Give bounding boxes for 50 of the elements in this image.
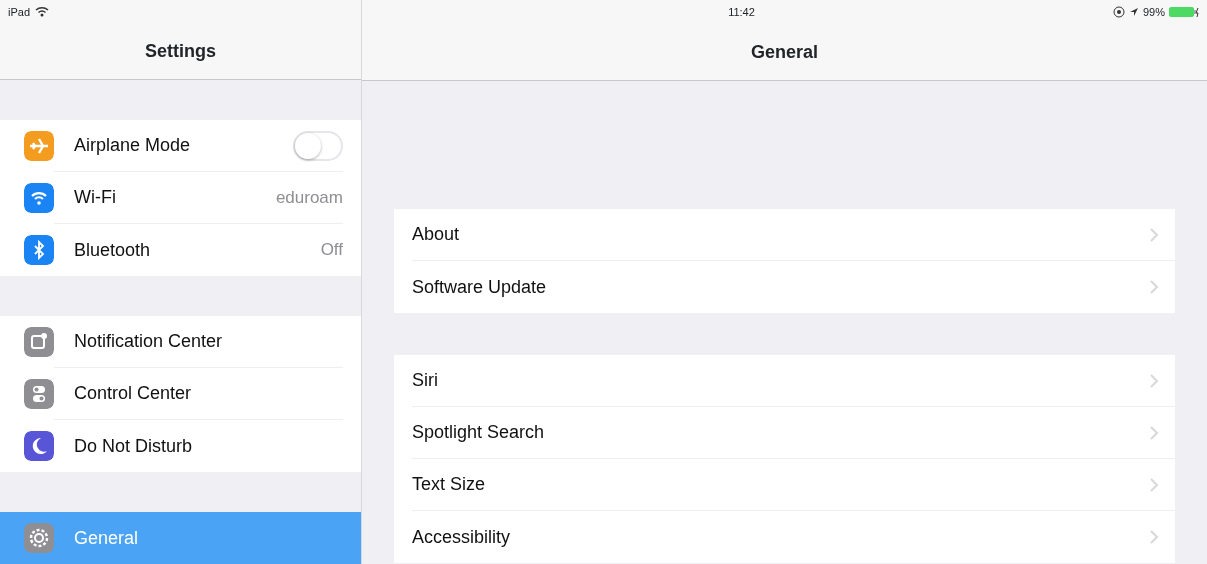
toggles-icon bbox=[24, 379, 54, 409]
item-label: Wi-Fi bbox=[74, 186, 116, 209]
sidebar-item[interactable]: Control Center bbox=[0, 368, 361, 420]
item-value: eduroam bbox=[275, 186, 343, 209]
sidebar-item[interactable]: Notification Center bbox=[0, 316, 361, 368]
row-label: Software Update bbox=[412, 275, 547, 299]
device-name: iPad bbox=[8, 4, 31, 20]
row-label: Spotlight Search bbox=[412, 421, 545, 444]
settings-row[interactable]: About bbox=[394, 209, 1175, 261]
clock: 11:42 bbox=[728, 4, 755, 20]
item-label: Airplane Mode bbox=[74, 134, 191, 157]
item-label: Do Not Disturb bbox=[74, 434, 193, 458]
row-label: Text Size bbox=[412, 473, 486, 496]
battery-charging-icon bbox=[1169, 7, 1199, 17]
row-label: About bbox=[412, 223, 460, 246]
bluetooth-icon bbox=[24, 235, 54, 265]
gear-icon bbox=[24, 523, 54, 553]
sidebar-title: Settings bbox=[0, 23, 361, 80]
sidebar-item[interactable]: Do Not Disturb bbox=[0, 420, 361, 472]
item-label: Control Center bbox=[74, 382, 192, 405]
wifi-signal-icon bbox=[35, 6, 50, 18]
row-label: Accessibility bbox=[412, 525, 511, 549]
settings-row[interactable]: Software Update bbox=[394, 261, 1175, 313]
chevron-icon bbox=[1149, 280, 1159, 294]
chevron-icon bbox=[1149, 227, 1159, 242]
sidebar-item[interactable]: Wi-Fi eduroam bbox=[0, 172, 361, 224]
chevron-icon bbox=[1149, 477, 1159, 492]
location-arrow-icon bbox=[1128, 7, 1139, 17]
moon-icon bbox=[24, 431, 54, 461]
notification-icon bbox=[24, 327, 54, 357]
chevron-icon bbox=[1149, 425, 1159, 440]
toggle-switch[interactable] bbox=[293, 130, 343, 161]
item-label: General bbox=[74, 526, 139, 550]
row-label: Siri bbox=[412, 369, 438, 392]
detail-title: General bbox=[362, 24, 1207, 81]
settings-row[interactable]: Spotlight Search bbox=[394, 407, 1175, 459]
sidebar-item[interactable]: Bluetooth Off bbox=[0, 224, 361, 276]
wifi-icon bbox=[24, 183, 54, 213]
settings-row[interactable]: Text Size bbox=[394, 459, 1175, 511]
rotation-lock-icon bbox=[1112, 6, 1125, 18]
settings-row[interactable]: Siri bbox=[394, 355, 1175, 407]
sidebar-item[interactable]: Airplane Mode bbox=[0, 120, 361, 172]
airplane-icon bbox=[24, 131, 54, 161]
item-label: Bluetooth bbox=[74, 238, 151, 262]
item-label: Notification Center bbox=[74, 330, 223, 353]
chevron-icon bbox=[1149, 530, 1159, 544]
battery-percent: 99% bbox=[1142, 4, 1165, 20]
settings-row[interactable]: Accessibility bbox=[394, 511, 1175, 563]
item-value: Off bbox=[320, 239, 343, 262]
chevron-icon bbox=[1149, 373, 1159, 388]
